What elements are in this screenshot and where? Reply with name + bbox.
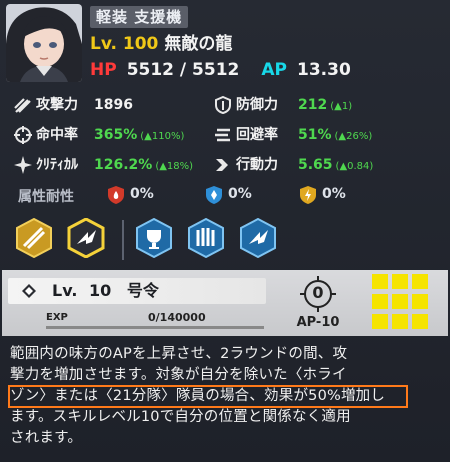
unit-detail-screen: 軽装 支援機 Lv. 100 無敵の龍 HP 5512 / 5512 AP 13.30 … (0, 0, 450, 462)
fire-resistance-icon (108, 186, 124, 204)
skill-level-label: Lv. (52, 281, 78, 300)
skill-4-icon[interactable] (186, 218, 226, 258)
stat-bonus: (▲110%) (140, 131, 185, 142)
ap-value: 13.30 (297, 60, 351, 80)
stat-label: 命中率 (36, 127, 78, 143)
stat-accuracy: 命中率 365% (▲110%) (14, 124, 214, 146)
stat-label: 防御力 (236, 97, 278, 113)
hp-ap-row: HP 5512 / 5512 AP 13.30 (90, 58, 351, 82)
stat-value: 212 (298, 97, 328, 113)
stat-value: 126.2% (94, 157, 153, 173)
description-line: 範囲内の味方のAPを上昇させ、2ラウンドの間、攻 (10, 346, 348, 362)
crosshair-icon (14, 126, 32, 144)
highlight-box (8, 385, 408, 408)
unit-type-badge: 軽装 支援機 (90, 6, 189, 28)
ap-label: AP (261, 60, 287, 80)
hp-label: HP (90, 60, 117, 80)
skill-level-name: Lv. 10 号令 (52, 278, 159, 304)
skill-range-grid-icon (372, 274, 428, 329)
level-name-row: Lv. 100 無敵の龍 (90, 32, 232, 56)
stat-action: 行動力 5.65 (▲0.84) (214, 154, 434, 176)
stat-value: 365% (94, 127, 138, 143)
skill-divider (122, 220, 124, 260)
skill-3-icon[interactable] (134, 218, 174, 258)
resistance-label: 属性耐性 (18, 189, 74, 205)
skill-level-value: 10 (88, 281, 112, 300)
skill-5-icon[interactable] (238, 218, 278, 258)
skill-name: 号令 (126, 281, 159, 300)
stat-attack: 攻撃力 1896 (14, 94, 204, 116)
arrow-icon (216, 159, 228, 171)
stat-bonus: (▲1) (330, 101, 353, 112)
stat-critical: ｸﾘﾃｨｶﾙ 126.2% (▲18%) (14, 154, 214, 176)
ice-resistance-icon (206, 186, 222, 204)
stat-value: 51% (298, 127, 332, 143)
stat-evasion: 回避率 51% (▲26%) (214, 124, 434, 146)
stat-value: 5.65 (298, 157, 333, 173)
description-line: ます。スキルレベル10で自分の位置と関係なく適用 (10, 409, 351, 425)
ap-cost-number: 0 (312, 283, 324, 302)
stat-value: 1896 (94, 97, 133, 113)
exp-value: 0/140000 (148, 311, 206, 324)
exp-label: EXP (46, 312, 68, 323)
stat-label: 攻撃力 (36, 97, 78, 113)
ice-resistance-value: 0% (228, 186, 252, 202)
skill-1-icon[interactable] (14, 218, 54, 258)
electric-resistance-value: 0% (322, 186, 346, 202)
stat-bonus: (▲18%) (155, 161, 194, 172)
exp-progress-bar (46, 326, 264, 329)
stat-label: 行動力 (236, 157, 278, 173)
evasion-icon (215, 128, 230, 142)
stat-defense: 防御力 212 (▲1) (214, 94, 434, 116)
unit-level: Lv. 100 (90, 34, 159, 54)
hp-value: 5512 / 5512 (126, 60, 240, 80)
stat-bonus: (▲0.84) (335, 161, 374, 172)
stat-label: ｸﾘﾃｨｶﾙ (36, 157, 78, 173)
shield-icon (215, 96, 231, 114)
star-burst-icon (14, 156, 32, 174)
unit-name: 無敵の龍 (164, 34, 233, 54)
character-portrait[interactable] (6, 4, 82, 82)
skill-diamond-icon (22, 284, 36, 298)
fire-resistance-value: 0% (130, 186, 154, 202)
skill-2-icon[interactable] (66, 218, 106, 258)
stat-label: 回避率 (236, 127, 278, 143)
slash-icon (14, 98, 31, 113)
description-line: されます。 (10, 430, 83, 446)
description-line: 撃力を増加させます。対象が自分を除いた〈ホライ (10, 367, 347, 383)
electric-resistance-icon (300, 186, 316, 204)
stat-bonus: (▲26%) (334, 131, 373, 142)
ap-cost-label: AP-10 (296, 315, 340, 330)
